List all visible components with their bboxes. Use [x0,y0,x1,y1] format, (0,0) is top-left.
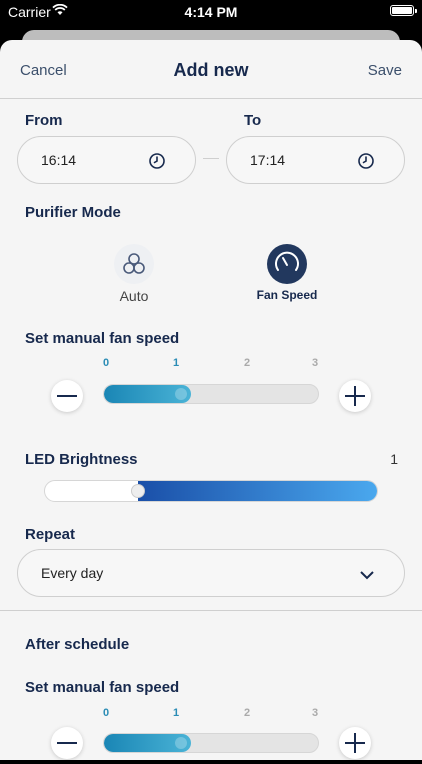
to-time-field[interactable]: 17:14 [226,136,405,184]
tick-0: 0 [103,357,110,369]
after-fan-speed-fill [104,734,191,752]
after-decrease-fan-button[interactable] [51,727,83,759]
chevron-down-icon [360,571,374,580]
increase-fan-button[interactable] [339,380,371,412]
clock-icon [149,153,165,169]
mode-fan-speed-label: Fan Speed [256,288,318,302]
fan-speed-slider[interactable] [103,384,319,404]
plus-icon [345,733,365,753]
speedometer-icon [267,244,307,284]
from-label: From [25,112,63,129]
tick-0: 0 [103,707,110,719]
decrease-fan-button[interactable] [51,380,83,412]
time-range-divider [203,158,219,159]
led-knob[interactable] [131,484,145,498]
clock-icon [358,153,374,169]
repeat-select[interactable]: Every day [17,549,405,597]
minus-icon [57,742,77,744]
after-fan-label: Set manual fan speed [25,679,180,696]
minus-icon [57,395,77,397]
tick-1: 1 [173,357,180,369]
to-time-value: 17:14 [250,152,286,168]
fan-icon [114,244,154,284]
nav-bar: Cancel Add new Save [0,40,422,99]
led-value: 1 [390,451,398,467]
manual-fan-label: Set manual fan speed [25,330,180,347]
after-increase-fan-button[interactable] [339,727,371,759]
from-time-value: 16:14 [41,152,77,168]
led-fill [138,481,377,501]
repeat-value: Every day [41,565,104,581]
save-button[interactable]: Save [368,62,402,79]
mode-auto-label: Auto [119,288,149,304]
section-divider [0,610,422,611]
tick-3: 3 [312,357,319,369]
plus-icon [345,386,365,406]
tick-2: 2 [244,357,251,369]
repeat-label: Repeat [25,526,76,543]
to-label: To [244,112,262,129]
led-label: LED Brightness [25,451,138,468]
tick-1: 1 [173,707,180,719]
battery-icon [390,5,417,16]
add-schedule-sheet: Cancel Add new Save From To 16:14 17:14 … [0,40,422,760]
led-brightness-slider[interactable] [44,480,378,502]
clock-time: 4:14 PM [184,4,238,20]
fan-speed-fill [104,385,191,403]
page-title: Add new [173,60,249,80]
after-fan-speed-slider[interactable] [103,733,319,753]
after-schedule-label: After schedule [25,636,130,653]
from-time-field[interactable]: 16:14 [17,136,196,184]
tick-3: 3 [312,707,319,719]
purifier-mode-label: Purifier Mode [25,204,121,221]
status-bar: Carrier 4:14 PM [0,0,422,26]
tick-2: 2 [244,707,251,719]
